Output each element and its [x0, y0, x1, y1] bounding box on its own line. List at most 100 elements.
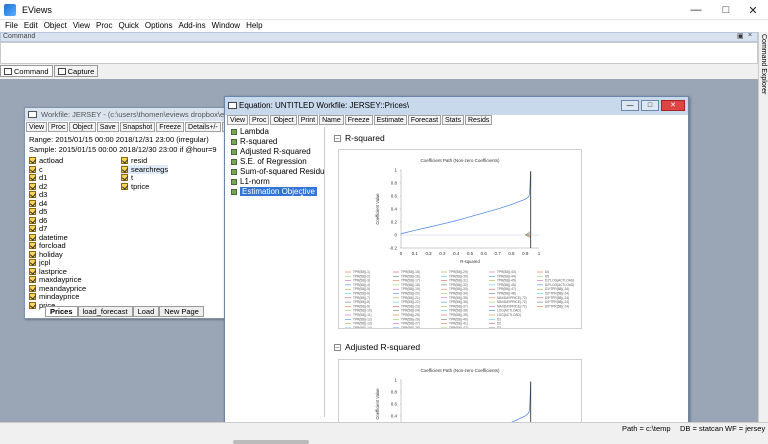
- eq-object-button[interactable]: Object: [270, 115, 297, 125]
- equation-content: – R-squared Coefficient Path (Non-zero C…: [326, 127, 682, 429]
- equation-title-bar[interactable]: Equation: UNTITLED Workfile: JERSEY::Pri…: [225, 97, 688, 115]
- y-tick-label: 1: [394, 378, 397, 383]
- tree-item-sum-of-squared-residu[interactable]: Sum-of-squared Residu: [231, 167, 324, 176]
- x-tick-label: 0.5: [467, 251, 474, 256]
- eq-proc-button[interactable]: Proc: [249, 115, 270, 125]
- series-icon: [29, 182, 36, 190]
- menu-proc[interactable]: Proc: [93, 20, 115, 32]
- command-pane-header: Command ▣ ×: [0, 32, 758, 42]
- section-adjusted-r-squared[interactable]: – Adjusted R-squared: [334, 342, 420, 352]
- menu-window[interactable]: Window: [209, 20, 243, 32]
- tree-item-lambda[interactable]: Lambda: [231, 127, 269, 136]
- status-db: DB = statcan: [680, 424, 724, 433]
- command-icon: [4, 68, 12, 75]
- y-tick-label: 0: [394, 233, 397, 238]
- eq-resids-button[interactable]: Resids: [465, 115, 493, 125]
- tree-item-label: R-squared: [240, 137, 278, 146]
- menu-bar: File Edit Object View Proc Quick Options Add-in…: [0, 20, 768, 32]
- eq-name-button[interactable]: Name: [319, 115, 344, 125]
- x-tick-label: 0.9: [522, 251, 529, 256]
- workfile-range[interactable]: Range: 2015/01/15 00:00 2018/12/31 23:00…: [29, 135, 209, 144]
- tree-item-adjusted-r-squared[interactable]: Adjusted R-squared: [231, 147, 311, 156]
- app-title-bar: EViews — □ ✕: [0, 0, 768, 20]
- wf-object-button[interactable]: Object: [69, 122, 96, 132]
- series-icon: [29, 199, 36, 207]
- wf-save-button[interactable]: Save: [96, 122, 119, 132]
- graph-icon: [231, 158, 237, 165]
- eq-freeze-button[interactable]: Freeze: [344, 115, 373, 125]
- wf-freeze-button[interactable]: Freeze: [156, 122, 185, 132]
- section-r-squared[interactable]: – R-squared: [334, 133, 385, 143]
- maximize-icon[interactable]: □: [718, 4, 734, 16]
- page-tab-load-forecast[interactable]: load_forecast: [77, 306, 133, 317]
- tab-capture-label: Capture: [67, 67, 95, 76]
- page-tab-load[interactable]: Load: [132, 306, 160, 317]
- legend-entry: TPR(58)(-28): [401, 326, 420, 328]
- wf-details-button[interactable]: Details+/-: [185, 122, 221, 132]
- series-icon: [29, 267, 36, 275]
- menu-object[interactable]: Object: [41, 20, 70, 32]
- tree-scrollbar[interactable]: [233, 440, 309, 444]
- menu-quick[interactable]: Quick: [115, 20, 141, 32]
- eq-maximize-icon[interactable]: □: [641, 100, 659, 111]
- wf-view-button[interactable]: View: [26, 122, 48, 132]
- tab-command[interactable]: Command: [0, 65, 53, 77]
- workfile-object[interactable]: tprice: [121, 182, 149, 191]
- eq-forecast-button[interactable]: Forecast: [407, 115, 442, 125]
- wf-snapshot-button[interactable]: Snapshot: [119, 122, 156, 132]
- x-tick-label: 0.8: [508, 251, 515, 256]
- eq-close-icon[interactable]: ✕: [661, 100, 685, 111]
- eq-estimate-button[interactable]: Estimate: [373, 115, 407, 125]
- collapse-icon[interactable]: –: [334, 343, 341, 351]
- tree-item-r-squared[interactable]: R-squared: [231, 137, 277, 146]
- eq-print-button[interactable]: Print: [297, 115, 319, 125]
- status-path: Path = c:\temp: [622, 424, 671, 433]
- eq-minimize-icon[interactable]: —: [621, 100, 639, 111]
- page-tab-prices[interactable]: Prices: [45, 306, 78, 317]
- eq-stats-button[interactable]: Stats: [442, 115, 464, 125]
- menu-options[interactable]: Options: [142, 20, 176, 32]
- close-pane-icon[interactable]: ×: [748, 32, 752, 39]
- tree-item-label: S.E. of Regression: [240, 157, 307, 166]
- status-wf: WF = jersey: [725, 424, 766, 433]
- series-icon: [29, 284, 36, 292]
- y-tick-label: 0.4: [391, 207, 398, 212]
- chart-adjusted-r-squared: Coefficient Path (Non-zero Coefficients)…: [338, 359, 582, 429]
- command-tabs: Command Capture: [0, 65, 99, 77]
- series-icon: [29, 216, 36, 224]
- menu-view[interactable]: View: [70, 20, 93, 32]
- series-icon: [29, 208, 36, 215]
- minimize-icon[interactable]: —: [688, 4, 704, 16]
- collapse-icon[interactable]: –: [334, 134, 341, 142]
- y-tick-label: 0.8: [391, 390, 398, 395]
- coefficient-path-chart-2: Coefficient Path (Non-zero Coefficients)…: [375, 368, 532, 429]
- workfile-sample[interactable]: Sample: 2015/01/15 00:00 2018/12/30 23:0…: [29, 145, 217, 154]
- series-icon: [121, 165, 128, 173]
- page-tab-new-page[interactable]: New Page: [159, 306, 204, 317]
- pin-icon[interactable]: ▣: [737, 32, 744, 40]
- y-tick-label: 0.2: [391, 220, 398, 225]
- tree-item-l1-norm[interactable]: L1-norm: [231, 177, 270, 186]
- section-r-squared-label: R-squared: [345, 133, 385, 143]
- equation-toolbar: View Proc Object Print Name Freeze Estimate For…: [227, 115, 493, 126]
- eq-view-button[interactable]: View: [227, 115, 249, 125]
- tree-item-label: Sum-of-squared Residu: [240, 167, 325, 176]
- tree-item-label: L1-norm: [240, 177, 270, 186]
- close-icon[interactable]: ✕: [745, 4, 761, 17]
- equation-icon: [228, 102, 237, 109]
- x-tick-label: 1: [538, 251, 541, 256]
- legend-entry: D3: [497, 326, 501, 328]
- graph-icon: [231, 178, 237, 185]
- tab-capture[interactable]: Capture: [53, 65, 99, 77]
- wf-proc-button[interactable]: Proc: [48, 122, 69, 132]
- workfile-object-label: tprice: [131, 181, 150, 191]
- menu-help[interactable]: Help: [243, 20, 265, 32]
- menu-file[interactable]: File: [2, 20, 21, 32]
- tree-item-s-e-of-regression[interactable]: S.E. of Regression: [231, 157, 307, 166]
- command-explorer-sidebar[interactable]: Command Explorer: [758, 32, 768, 425]
- command-input[interactable]: [0, 42, 758, 64]
- menu-add-ins[interactable]: Add-ins: [176, 20, 209, 32]
- mouse-cursor-icon: [298, 194, 306, 202]
- menu-edit[interactable]: Edit: [21, 20, 41, 32]
- equation-window[interactable]: Equation: UNTITLED Workfile: JERSEY::Pri…: [224, 96, 689, 444]
